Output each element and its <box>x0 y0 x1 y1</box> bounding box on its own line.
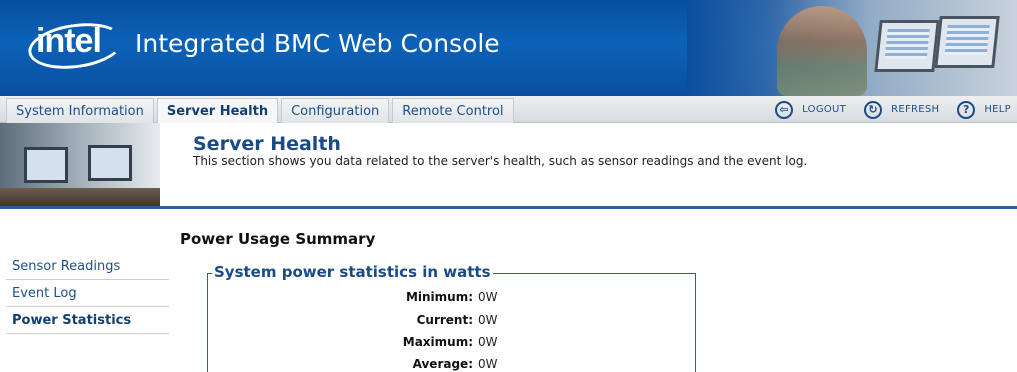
help-label: HELP <box>984 104 1011 115</box>
page-title: Power Usage Summary <box>180 230 376 248</box>
section-title: Server Health <box>193 133 341 155</box>
stat-row-current: Current: 0W <box>208 313 697 333</box>
header-photo <box>687 0 1017 96</box>
logout-label: LOGOUT <box>802 104 847 115</box>
main-nav: System Information Server Health Configu… <box>0 96 1017 123</box>
tab-server-health[interactable]: Server Health <box>156 98 279 123</box>
stat-value: 0W <box>478 290 498 304</box>
thumbnail-monitor <box>88 145 132 181</box>
stat-label: Average: <box>412 357 473 371</box>
help-icon: ? <box>957 100 976 119</box>
refresh-label: REFRESH <box>891 104 940 115</box>
power-stats-group-title: System power statistics in watts <box>212 263 493 281</box>
intel-logo-text: intel <box>36 22 102 60</box>
stat-label: Current: <box>416 313 473 327</box>
tab-remote-control[interactable]: Remote Control <box>392 98 514 123</box>
stat-row-maximum: Maximum: 0W <box>208 335 697 355</box>
tab-configuration[interactable]: Configuration <box>281 98 390 123</box>
header-photo-monitor <box>934 16 1000 68</box>
header-banner: intel Integrated BMC Web Console <box>0 0 1017 96</box>
tab-system-information[interactable]: System Information <box>6 98 154 123</box>
section-thumbnail <box>0 123 160 206</box>
stat-label: Minimum: <box>405 290 473 304</box>
sidebar-item-event-log[interactable]: Event Log <box>6 280 169 307</box>
stat-value: 0W <box>478 335 498 349</box>
power-stats-group: System power statistics in watts Minimum… <box>207 263 697 372</box>
section-header: Server Health This section shows you dat… <box>0 123 1017 209</box>
refresh-button[interactable]: ↻ REFRESH <box>864 100 940 119</box>
sidebar-item-power-statistics[interactable]: Power Statistics <box>6 307 169 334</box>
stat-row-average: Average: 0W <box>208 357 697 372</box>
logout-icon: ⇦ <box>775 100 794 119</box>
nav-tabs: System Information Server Health Configu… <box>6 98 517 123</box>
thumbnail-monitor <box>24 147 68 183</box>
help-button[interactable]: ? HELP <box>957 100 1011 119</box>
refresh-icon: ↻ <box>864 100 883 119</box>
toolbar-links: ⇦ LOGOUT ↻ REFRESH ? HELP <box>757 96 1011 123</box>
section-description: This section shows you data related to t… <box>193 154 808 168</box>
stat-label: Maximum: <box>402 335 473 349</box>
stat-value: 0W <box>478 313 498 327</box>
sidebar-item-sensor-readings[interactable]: Sensor Readings <box>6 253 169 280</box>
app-title: Integrated BMC Web Console <box>135 29 500 58</box>
header-photo-person <box>777 6 867 96</box>
sidebar-nav: Sensor Readings Event Log Power Statisti… <box>6 253 169 334</box>
stat-row-minimum: Minimum: 0W <box>208 290 697 310</box>
logout-button[interactable]: ⇦ LOGOUT <box>775 100 847 119</box>
thumbnail-desk <box>0 188 160 206</box>
intel-logo: intel <box>25 17 127 75</box>
stat-value: 0W <box>478 357 498 371</box>
header-photo-monitor <box>874 20 940 72</box>
